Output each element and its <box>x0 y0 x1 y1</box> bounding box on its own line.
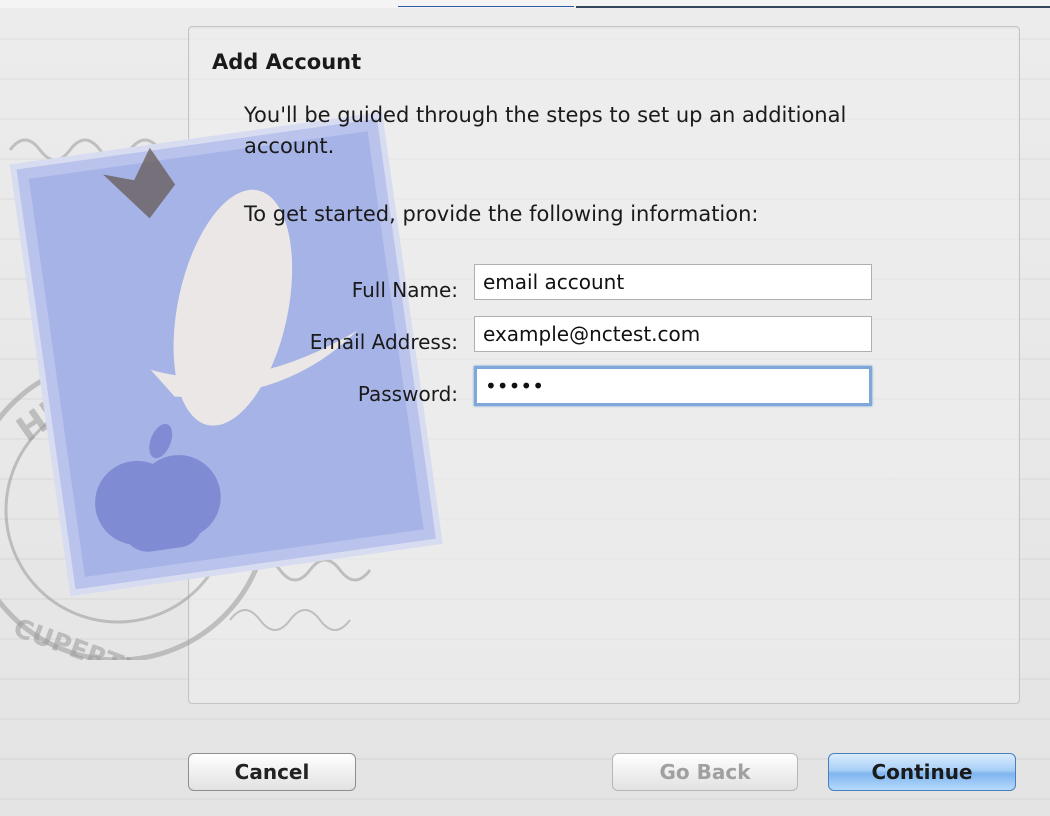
cancel-button[interactable]: Cancel <box>188 753 356 791</box>
prompt-text: To get started, provide the following in… <box>244 202 759 226</box>
password-label: Password: <box>357 382 458 406</box>
full-name-label: Full Name: <box>351 278 458 302</box>
divider-rule <box>576 6 1050 8</box>
email-address-label: Email Address: <box>309 330 458 354</box>
continue-button[interactable]: Continue <box>828 753 1016 791</box>
link-underline <box>398 6 574 7</box>
email-address-field[interactable] <box>474 316 872 352</box>
intro-text: You'll be guided through the steps to se… <box>244 103 847 158</box>
go-back-button[interactable]: Go Back <box>612 753 798 791</box>
page-top-strip <box>0 0 1050 8</box>
full-name-field[interactable] <box>474 264 872 300</box>
password-field[interactable] <box>474 366 872 406</box>
dialog-title: Add Account <box>212 50 362 74</box>
